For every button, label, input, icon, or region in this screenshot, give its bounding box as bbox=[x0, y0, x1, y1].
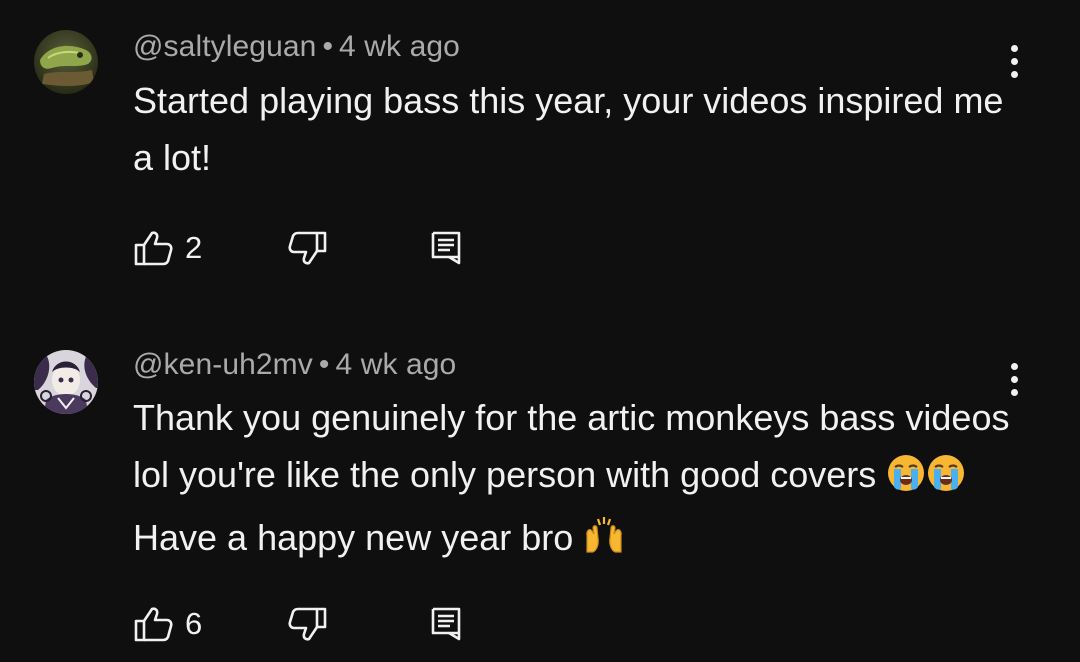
meta-separator: • bbox=[318, 348, 330, 381]
dislike-button[interactable] bbox=[288, 228, 328, 268]
like-count: 6 bbox=[185, 606, 203, 641]
more-vert-icon bbox=[1011, 363, 1018, 370]
raising-hands-icon bbox=[583, 515, 625, 572]
thumbs-up-icon bbox=[134, 607, 173, 642]
anime-character-avatar-icon bbox=[34, 350, 98, 414]
comment-actions: 2 bbox=[133, 228, 493, 268]
comment-text: Thank you genuinely for the artic monkey… bbox=[133, 389, 1013, 572]
more-vert-icon-dot bbox=[1011, 58, 1018, 65]
avatar[interactable] bbox=[34, 30, 98, 94]
thumbs-up-icon bbox=[134, 231, 173, 266]
more-vert-icon-dot bbox=[1011, 71, 1018, 78]
comment-actions: 6 bbox=[133, 604, 493, 644]
comment-meta: @ken-uh2mv • 4 wk ago bbox=[133, 348, 456, 382]
reply-comment-icon bbox=[431, 231, 461, 265]
thumbs-down-icon bbox=[288, 231, 327, 265]
meta-separator: • bbox=[322, 30, 334, 63]
more-options-button[interactable] bbox=[1000, 42, 1028, 82]
loudly-crying-face-icon bbox=[886, 452, 926, 509]
like-button[interactable]: 2 bbox=[133, 228, 202, 268]
more-options-button[interactable] bbox=[1000, 360, 1028, 400]
more-vert-icon bbox=[1011, 45, 1018, 52]
comment-age: 4 wk ago bbox=[335, 348, 457, 381]
comment-text-part: Thank you genuinely for the artic monkey… bbox=[133, 397, 1010, 495]
thumbs-down-icon bbox=[288, 607, 327, 641]
reply-button[interactable] bbox=[430, 604, 462, 644]
loudly-crying-face-icon bbox=[926, 452, 966, 509]
like-button[interactable]: 6 bbox=[133, 604, 202, 644]
chameleon-avatar-icon bbox=[34, 30, 98, 94]
reply-button[interactable] bbox=[430, 228, 462, 268]
more-vert-icon-dot bbox=[1011, 389, 1018, 396]
more-vert-icon-dot bbox=[1011, 376, 1018, 383]
comment-text: Started playing bass this year, your vid… bbox=[133, 80, 1004, 178]
avatar[interactable] bbox=[34, 350, 98, 414]
comment: @ken-uh2mv • 4 wk ago Thank you genuinely … bbox=[0, 318, 1080, 662]
comment: @saltyleguan • 4 wk ago Started playing ba… bbox=[0, 0, 1080, 318]
comment-meta: @saltyleguan • 4 wk ago bbox=[133, 30, 460, 64]
comment-text-part: Have a happy new year bro bbox=[133, 517, 574, 558]
like-count: 2 bbox=[185, 230, 203, 265]
dislike-button[interactable] bbox=[288, 604, 328, 644]
reply-comment-icon bbox=[431, 607, 461, 641]
comment-author[interactable]: @saltyleguan bbox=[133, 30, 316, 63]
comment-age: 4 wk ago bbox=[339, 30, 460, 63]
comment-author[interactable]: @ken-uh2mv bbox=[133, 348, 313, 381]
